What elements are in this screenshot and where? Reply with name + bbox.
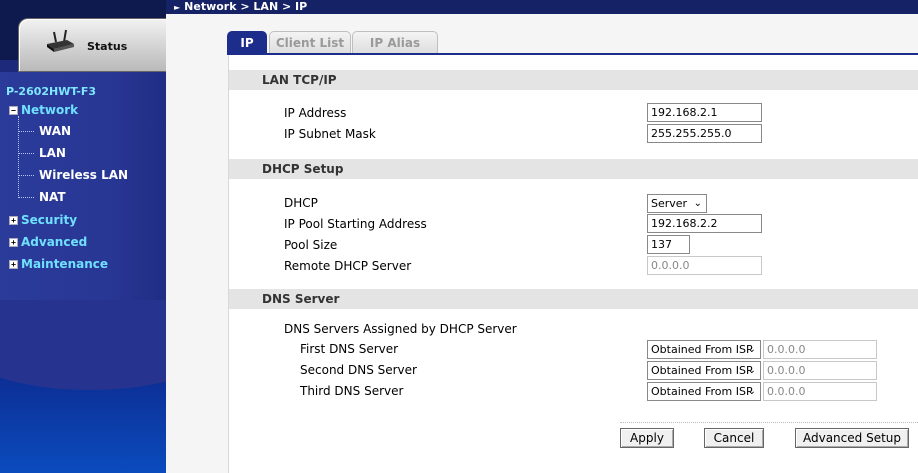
status-tab[interactable]: Status — [18, 18, 166, 72]
third-dns-input: 0.0.0.0 — [763, 382, 877, 401]
expand-icon[interactable]: + — [9, 216, 18, 225]
nav-network-label: Network — [21, 103, 79, 117]
dhcp-select[interactable]: Server ⌄ — [647, 194, 707, 213]
select-value: Obtained From ISP — [651, 343, 753, 356]
tree-branch — [18, 197, 34, 198]
third-dns-label: Third DNS Server — [300, 384, 404, 398]
second-dns-input: 0.0.0.0 — [763, 361, 877, 380]
advanced-setup-button[interactable]: Advanced Setup — [795, 428, 909, 448]
chevron-down-icon: ⌄ — [747, 365, 756, 376]
subnet-mask-label: IP Subnet Mask — [284, 127, 376, 141]
remote-dhcp-label: Remote DHCP Server — [284, 259, 412, 273]
nav-advanced[interactable]: + Advanced — [9, 235, 87, 249]
device-name: P-2602HWT-F3 — [6, 85, 97, 98]
dhcp-select-value: Server — [651, 197, 688, 210]
nav-curve — [0, 300, 166, 390]
breadcrumb-text: Network > LAN > IP — [184, 0, 308, 13]
pool-size-input[interactable]: 137 — [647, 235, 690, 254]
section-dns-server: DNS Server — [229, 289, 918, 309]
nav-maintenance-label: Maintenance — [21, 257, 109, 271]
third-dns-mode-select[interactable]: Obtained From ISP ⌄ — [647, 382, 761, 401]
pool-size-label: Pool Size — [284, 238, 338, 252]
tree-branch — [18, 153, 34, 154]
router-icon — [47, 29, 74, 52]
dhcp-label: DHCP — [284, 196, 318, 210]
section-dhcp-setup: DHCP Setup — [229, 159, 918, 179]
first-dns-mode-select[interactable]: Obtained From ISP ⌄ — [647, 340, 761, 359]
section-title: LAN TCP/IP — [262, 73, 337, 87]
top-bar: ► Network > LAN > IP — [166, 0, 918, 14]
nav-network[interactable]: − Network — [9, 103, 78, 117]
remote-dhcp-input: 0.0.0.0 — [647, 256, 762, 275]
first-dns-input: 0.0.0.0 — [763, 340, 877, 359]
pool-start-input[interactable]: 192.168.2.2 — [647, 214, 762, 233]
ip-address-label: IP Address — [284, 106, 347, 120]
second-dns-label: Second DNS Server — [300, 363, 417, 377]
nav-lan[interactable]: LAN — [39, 146, 66, 160]
nav-security-label: Security — [21, 213, 78, 227]
first-dns-label: First DNS Server — [300, 342, 399, 356]
tab-ip-alias[interactable]: IP Alias — [352, 31, 438, 54]
nav-wan[interactable]: WAN — [39, 124, 71, 138]
section-title: DHCP Setup — [262, 162, 344, 176]
select-value: Obtained From ISP — [651, 385, 753, 398]
cancel-button[interactable]: Cancel — [704, 428, 764, 448]
tab-underline — [227, 53, 918, 55]
collapse-icon[interactable]: − — [9, 106, 18, 115]
nav-advanced-label: Advanced — [21, 235, 88, 249]
chevron-down-icon: ⌄ — [747, 386, 756, 397]
sidebar: Status P-2602HWT-F3 − Network WAN LAN Wir… — [0, 0, 166, 473]
nav-security[interactable]: + Security — [9, 213, 77, 227]
dns-assigned-label: DNS Servers Assigned by DHCP Server — [284, 322, 517, 336]
subnet-mask-input[interactable]: 255.255.255.0 — [647, 124, 762, 143]
expand-icon[interactable]: + — [9, 260, 18, 269]
nav-maintenance[interactable]: + Maintenance — [9, 257, 108, 271]
apply-button[interactable]: Apply — [620, 428, 674, 448]
button-separator — [620, 422, 918, 423]
tree-line — [18, 116, 19, 198]
chevron-down-icon: ⌄ — [693, 198, 702, 209]
status-label: Status — [87, 40, 128, 53]
second-dns-mode-select[interactable]: Obtained From ISP ⌄ — [647, 361, 761, 380]
nav-wireless-lan[interactable]: Wireless LAN — [39, 168, 128, 182]
section-lan-tcpip: LAN TCP/IP — [229, 70, 918, 90]
ip-address-input[interactable]: 192.168.2.1 — [647, 103, 762, 122]
chevron-down-icon: ⌄ — [747, 344, 756, 355]
tab-client-list[interactable]: Client List — [269, 31, 351, 54]
pool-start-label: IP Pool Starting Address — [284, 217, 427, 231]
tab-ip[interactable]: IP — [227, 31, 267, 54]
main-content: IP Client List IP Alias LAN TCP/IP IP Ad… — [166, 14, 918, 473]
breadcrumb-arrow-icon: ► — [174, 3, 181, 12]
tree-branch — [18, 175, 34, 176]
section-title: DNS Server — [262, 292, 340, 306]
tree-branch — [18, 131, 34, 132]
expand-icon[interactable]: + — [9, 238, 18, 247]
nav-nat[interactable]: NAT — [39, 190, 66, 204]
breadcrumb: ► Network > LAN > IP — [174, 0, 307, 15]
select-value: Obtained From ISP — [651, 364, 753, 377]
